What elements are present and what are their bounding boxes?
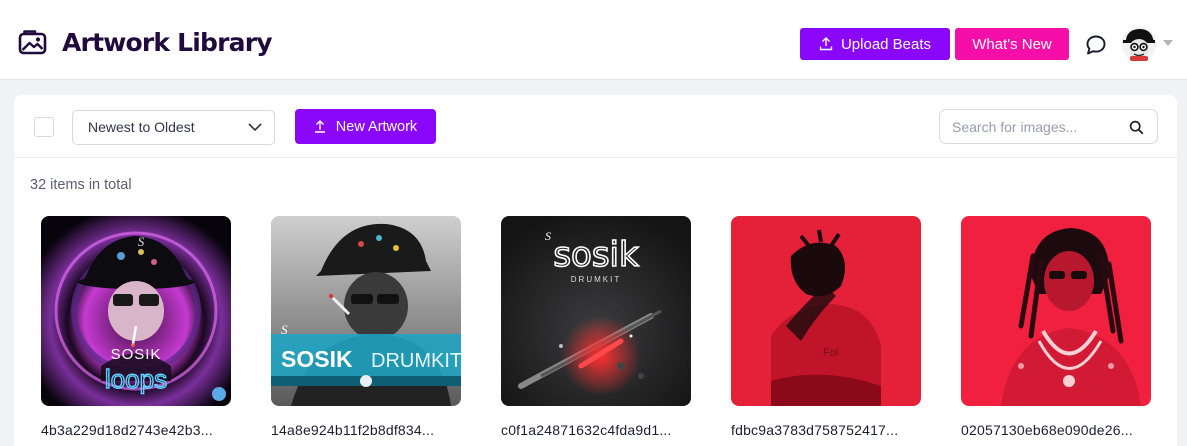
search-box	[939, 109, 1158, 144]
chat-icon[interactable]	[1085, 34, 1107, 56]
artwork-text-subtitle: loops	[105, 364, 167, 394]
search-input[interactable]	[952, 118, 1122, 136]
artwork-thumbnail[interactable]: Fol	[731, 216, 921, 406]
artwork-tile[interactable]: 02057130eb68e090de26...	[961, 216, 1151, 438]
sort-selected-label: Newest to Oldest	[88, 119, 195, 135]
page-title: Artwork Library	[62, 27, 273, 57]
artwork-thumbnail[interactable]: S SOSIK DRUMKIT	[271, 216, 461, 406]
upload-beats-button[interactable]: Upload Beats	[800, 28, 950, 60]
artwork-text-subtitle: DRUMKIT	[371, 350, 461, 372]
svg-text:S: S	[545, 229, 551, 243]
svg-text:S: S	[281, 322, 288, 337]
gallery-icon	[18, 30, 47, 55]
toolbar: Newest to Oldest New Artwork	[14, 95, 1177, 158]
whats-new-label: What's New	[972, 35, 1052, 53]
artwork-filename: fdbc9a3783d758752417...	[731, 422, 899, 438]
search-icon[interactable]	[1129, 120, 1144, 135]
artwork-text-title: SOSIK	[281, 346, 353, 372]
artwork-tile[interactable]: sosik DRUMKIT S c0f1a24871632c4fda9d1...	[501, 216, 691, 438]
artwork-tile[interactable]: SOSIK loops S 4b3a229d18d2743e42b3...	[41, 216, 231, 438]
new-artwork-button[interactable]: New Artwork	[295, 109, 436, 144]
caret-down-icon[interactable]	[1163, 40, 1173, 46]
artwork-filename: 14a8e924b11f2b8df834...	[271, 422, 435, 438]
artwork-text-title: SOSIK	[111, 346, 162, 363]
artwork-thumbnail[interactable]: sosik DRUMKIT S	[501, 216, 691, 406]
artwork-tile[interactable]: S SOSIK DRUMKIT 14a8e924b11f2b8df834...	[271, 216, 461, 438]
top-bar: Artwork Library Upload Beats What's New	[0, 0, 1187, 80]
whats-new-button[interactable]: What's New	[955, 28, 1069, 60]
new-artwork-label: New Artwork	[335, 118, 418, 135]
svg-text:S: S	[138, 234, 145, 249]
artwork-filename: 4b3a229d18d2743e42b3...	[41, 422, 213, 438]
upload-icon	[819, 37, 833, 51]
chevron-down-icon	[248, 123, 262, 132]
select-all-checkbox[interactable]	[34, 117, 54, 137]
sort-select[interactable]: Newest to Oldest	[72, 110, 275, 145]
upload-icon	[314, 120, 325, 133]
artwork-thumbnail[interactable]: SOSIK loops S	[41, 216, 231, 406]
upload-beats-label: Upload Beats	[840, 35, 932, 53]
artwork-text-subtitle: DRUMKIT	[571, 275, 621, 284]
artwork-filename: c0f1a24871632c4fda9d1...	[501, 422, 672, 438]
items-count: 32 items in total	[30, 177, 132, 193]
svg-text:Fol: Fol	[823, 347, 838, 359]
artwork-panel: Newest to Oldest New Artwork 32 items in…	[14, 95, 1177, 446]
brand: Artwork Library	[18, 27, 273, 57]
artwork-tile[interactable]: Fol fdbc9a3783d758752417...	[731, 216, 921, 438]
artwork-thumbnail[interactable]	[961, 216, 1151, 406]
artwork-text-title: sosik	[553, 235, 639, 275]
artwork-filename: 02057130eb68e090de26...	[961, 422, 1133, 438]
avatar[interactable]	[1121, 26, 1157, 62]
